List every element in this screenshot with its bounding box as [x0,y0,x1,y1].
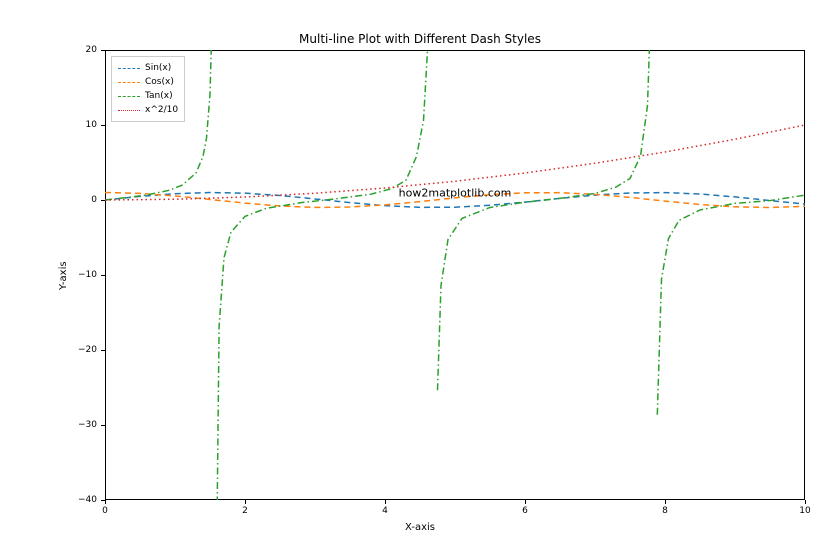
series-line [216,0,432,560]
legend-label: x^2/10 [145,105,178,115]
y-tick-label: 0 [67,195,97,205]
watermark-text: how2matplotlib.com [399,186,512,199]
legend: Sin(x) Cos(x) Tan(x) x^2/10 [111,56,185,122]
legend-item: Sin(x) [118,61,178,75]
y-tick-label: −20 [67,345,97,355]
legend-label: Tan(x) [145,91,173,101]
y-tick-mark [101,50,105,51]
y-tick-label: −40 [67,495,97,505]
y-axis-label: Y-axis [58,261,69,290]
legend-item: x^2/10 [118,103,178,117]
y-tick-mark [101,275,105,276]
x-tick-mark [105,500,106,504]
legend-item: Cos(x) [118,75,178,89]
legend-swatch [118,110,140,111]
x-tick-mark [665,500,666,504]
legend-swatch [118,68,140,69]
y-tick-mark [101,125,105,126]
x-tick-label: 4 [382,506,388,516]
legend-item: Tan(x) [118,89,178,103]
y-tick-label: −30 [67,420,97,430]
chart-figure: Multi-line Plot with Different Dash Styl… [0,0,840,560]
y-tick-label: 10 [67,120,97,130]
legend-swatch [118,96,140,97]
x-tick-mark [805,500,806,504]
x-tick-label: 0 [102,506,108,516]
x-tick-label: 6 [522,506,528,516]
x-tick-label: 8 [662,506,668,516]
legend-label: Cos(x) [145,77,174,87]
series-line [657,195,805,415]
x-tick-label: 2 [242,506,248,516]
y-tick-mark [101,350,105,351]
y-tick-label: 20 [67,45,97,55]
legend-swatch [118,82,140,83]
x-tick-mark [525,500,526,504]
legend-label: Sin(x) [145,63,171,73]
y-tick-mark [101,425,105,426]
y-tick-mark [101,500,105,501]
y-tick-mark [101,200,105,201]
x-tick-label: 10 [799,506,810,516]
x-tick-mark [385,500,386,504]
y-tick-label: −10 [67,270,97,280]
x-axis-label: X-axis [0,522,840,533]
x-tick-mark [245,500,246,504]
